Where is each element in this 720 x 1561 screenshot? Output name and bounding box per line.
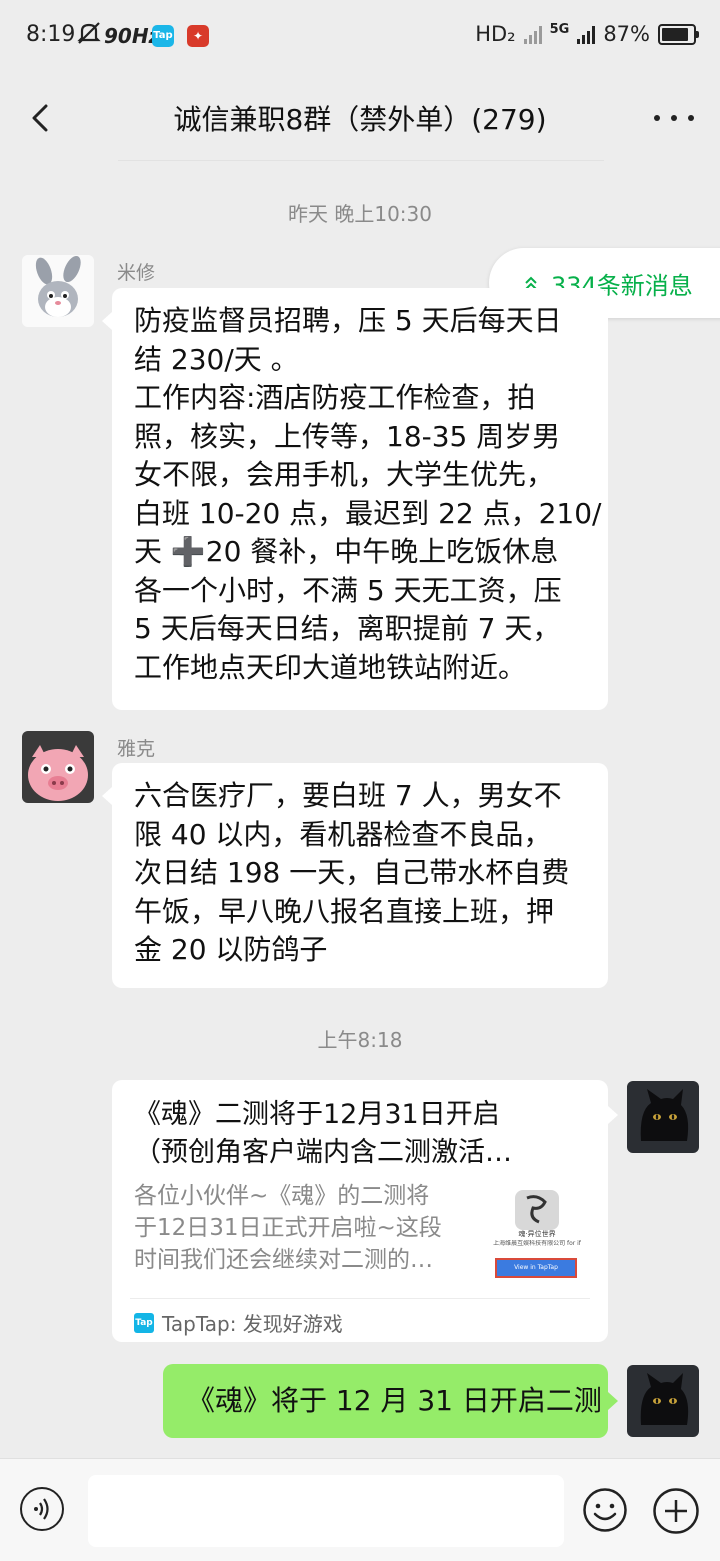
taptap-icon: Tap xyxy=(134,1312,154,1333)
link-card-title-line: （预创角客户端内含二测激活… xyxy=(134,1137,512,1168)
link-card[interactable]: 《魂》二测将于12月31日开启 （预创角客户端内含二测激活… 各位小伙伴~《魂》… xyxy=(112,1080,618,1342)
link-card-description: 各位小伙伴~《魂》的二测将 于12日31日正式开启啦~这段 时间我们还会继续对二… xyxy=(134,1180,474,1276)
message-line: 天 ➕20 餐补，中午晚上吃饭休息 xyxy=(134,535,559,568)
status-time: 8:19 xyxy=(26,22,76,47)
chat-header: 诚信兼职8群（禁外单）(279) xyxy=(0,76,720,160)
avatar-pig[interactable] xyxy=(22,731,94,803)
chat-title: 诚信兼职8群（禁外单）(279) xyxy=(173,103,547,136)
timestamp: 上午8:18 xyxy=(317,1028,403,1052)
sender-name: 米修 xyxy=(117,262,156,284)
link-card-divider xyxy=(130,1298,590,1299)
game-notification-icon: ✦ xyxy=(187,25,209,47)
message-input[interactable] xyxy=(88,1475,564,1547)
link-card-desc-line: 于12日31日正式开启啦~这段 xyxy=(134,1215,442,1241)
message-bubble[interactable]: 防疫监督员招聘，压 5 天后每天日 结 230/天 。 工作内容:酒店防疫工作检… xyxy=(102,288,608,710)
link-card-desc-line: 各位小伙伴~《魂》的二测将 xyxy=(134,1183,430,1209)
hd-label: HD₂ xyxy=(475,22,516,46)
message-line: 照，核实，上传等，18-35 周岁男 xyxy=(134,419,561,453)
status-bar: 8:19 90Hz Tap ✦ HD₂ 5G 87% xyxy=(0,0,720,76)
sent-message-text: 《魂》将于 12 月 31 日开启二测 xyxy=(187,1384,602,1417)
message-bubble[interactable]: 六合医疗厂，要白班 7 人，男女不 限 40 以内，看机器检查不良品， 次日结 … xyxy=(102,763,608,988)
voice-input-icon[interactable] xyxy=(20,1487,64,1531)
message-line: 工作地点天印大道地铁站附近。 xyxy=(134,650,527,684)
sent-message-bubble[interactable]: 《魂》将于 12 月 31 日开启二测 xyxy=(163,1364,618,1438)
message-line: 女不限，会用手机，大学生优先， xyxy=(134,458,555,491)
link-card-title-line: 《魂》二测将于12月31日开启 xyxy=(134,1099,500,1130)
message-line: 次日结 198 一天，自己带水杯自费 xyxy=(134,856,570,889)
link-card-source: Tap TapTap: 发现好游戏 xyxy=(134,1308,343,1337)
message-line: 防疫监督员招聘，压 5 天后每天日 xyxy=(134,304,562,337)
message-line: 各一个小时，不满 5 天无工资，压 xyxy=(134,573,562,607)
message-line: 午饭，早八晚八报名直接上班，押 xyxy=(134,894,555,928)
timestamp: 昨天 晚上10:30 xyxy=(288,202,432,226)
mute-icon xyxy=(76,20,102,52)
thumbnail-company: 上海维晨互娱科技有限公司 for if xyxy=(493,1240,581,1247)
header-divider xyxy=(118,160,604,161)
emoji-icon[interactable] xyxy=(582,1487,628,1533)
battery-percent: 87% xyxy=(603,22,650,46)
thumbnail-button: View in TapTap xyxy=(495,1258,577,1278)
network-label: 5G xyxy=(549,22,570,37)
message-line: 结 230/天 。 xyxy=(134,342,299,376)
message-line: 限 40 以内，看机器检查不良品， xyxy=(134,817,552,851)
plus-icon[interactable] xyxy=(652,1487,700,1535)
thumbnail-caption: 魂·异位世界 xyxy=(518,1230,556,1238)
status-right: HD₂ 5G 87% xyxy=(475,22,699,46)
message-line: 白班 10-20 点，最迟到 22 点，210/ xyxy=(134,496,602,530)
taptap-notification-icon: Tap xyxy=(152,25,174,47)
signal-icon-sim2 xyxy=(577,24,596,44)
signal-icon-sim1 xyxy=(523,24,542,44)
link-card-desc-line: 时间我们还会继续对二测的… xyxy=(134,1247,433,1273)
link-card-thumbnail: 魂·异位世界 上海维晨互娱科技有限公司 for if View in TapTa… xyxy=(489,1184,585,1280)
message-line: 5 天后每天日结，离职提前 7 天， xyxy=(134,612,561,645)
avatar-black-cat[interactable] xyxy=(627,1081,699,1153)
sender-name: 雅克 xyxy=(117,738,156,760)
message-line: 金 20 以防鸽子 xyxy=(134,933,328,966)
message-line: 六合医疗厂，要白班 7 人，男女不 xyxy=(134,779,562,812)
link-card-title: 《魂》二测将于12月31日开启 （预创角客户端内含二测激活… xyxy=(134,1096,584,1172)
avatar-bunny[interactable] xyxy=(22,255,94,327)
message-line: 工作内容:酒店防疫工作检查，拍 xyxy=(134,381,536,414)
link-card-source-label: TapTap: 发现好游戏 xyxy=(162,1312,343,1336)
more-options-icon[interactable] xyxy=(654,106,694,130)
avatar-black-cat[interactable] xyxy=(627,1365,699,1437)
input-bar xyxy=(0,1458,720,1561)
battery-icon xyxy=(658,23,699,45)
